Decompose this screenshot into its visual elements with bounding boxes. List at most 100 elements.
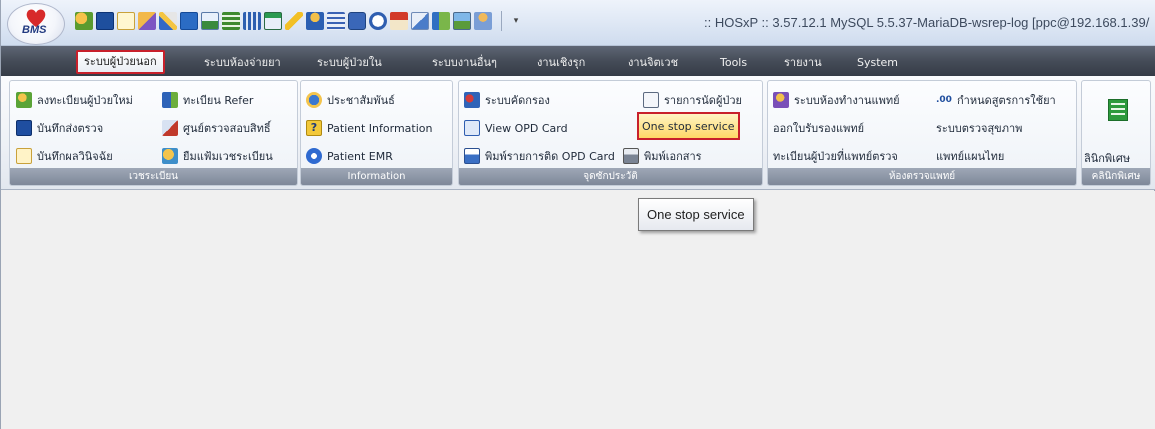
blue-box-icon[interactable] [96, 12, 114, 30]
table-icon[interactable] [222, 12, 240, 30]
home-icon[interactable] [390, 12, 408, 30]
edit-form-icon[interactable] [180, 12, 198, 30]
screening-icon [464, 92, 480, 108]
users-icon[interactable] [75, 12, 93, 30]
workspace-area [1, 191, 1155, 429]
person-tool-icon[interactable] [138, 12, 156, 30]
add-patient-icon [16, 92, 32, 108]
tab-proactive[interactable]: งานเชิงรุก [537, 52, 585, 74]
diagnosis-record-label: บันทึกผลวินิจฉัย [37, 150, 113, 163]
group-special-clinic-label: คลินิกพิเศษ [1082, 168, 1150, 185]
send-exam-label: บันทึกส่งตรวจ [37, 122, 104, 135]
one-stop-service-button[interactable]: One stop service [637, 112, 740, 140]
print-list-icon [464, 148, 480, 164]
group-exam-room: ระบบห้องทำงานแพทย์ .00 กำหนดสูตรการใช้ยา… [767, 80, 1077, 186]
title-bar: BMS ▾ :: HOSxP :: 3.57.12.1 MySQL 5.5.37… [1, 0, 1155, 46]
doctor-room-icon [773, 92, 789, 108]
send-exam-icon [16, 120, 32, 136]
picture-icon[interactable] [453, 12, 471, 30]
tab-system[interactable]: System [857, 52, 898, 74]
rights-check-center-button[interactable]: ศูนย์ตรวจสอบสิทธิ์ [162, 117, 271, 139]
public-relations-button[interactable]: ประชาสัมพันธ์ [306, 89, 395, 111]
print-documents-label: พิมพ์เอกสาร [644, 150, 702, 163]
diagnosis-icon [16, 148, 32, 164]
clock-icon[interactable] [369, 12, 387, 30]
tab-reports[interactable]: รายงาน [784, 52, 822, 74]
refer-arrow-icon [162, 92, 178, 108]
doctor-workroom-button[interactable]: ระบบห้องทำงานแพทย์ [773, 89, 900, 111]
customize-toolbar-dropdown-icon[interactable]: ▾ [511, 12, 521, 30]
borrow-medical-folder-button[interactable]: ยืมแฟ้มเวชระเบียน [162, 145, 273, 167]
medical-certificate-label: ออกใบรับรองแพทย์ [773, 122, 865, 135]
special-clinic-label-button[interactable]: ลินิกพิเศษ [1084, 147, 1130, 169]
tab-inpatient[interactable]: ระบบผู้ป่วยใน [317, 52, 382, 74]
list-icon[interactable] [327, 12, 345, 30]
print-documents-button[interactable]: พิมพ์เอกสาร [623, 145, 702, 167]
screening-system-button[interactable]: ระบบคัดกรอง [464, 89, 550, 111]
lightning-icon[interactable] [285, 12, 303, 30]
window-icon[interactable] [264, 12, 282, 30]
tab-psychiatry[interactable]: งานจิตเวช [628, 52, 678, 74]
print-opd-card-list-button[interactable]: พิมพ์รายการติด OPD Card [464, 145, 615, 167]
patient-appointments-label: รายการนัดผู้ป่วย [664, 94, 742, 107]
thai-traditional-doctor-label: แพทย์แผนไทย [936, 150, 1005, 163]
refer-register-button[interactable]: ทะเบียน Refer [162, 89, 253, 111]
medical-certificate-button[interactable]: ออกใบรับรองแพทย์ [773, 117, 864, 139]
patient-appointments-button[interactable]: รายการนัดผู้ป่วย [643, 89, 742, 111]
print-opd-card-list-label: พิมพ์รายการติด OPD Card [485, 150, 615, 163]
patient-information-label: Patient Information [327, 121, 433, 135]
quick-access-toolbar: ▾ [75, 8, 521, 34]
doctor-examined-register-button[interactable]: ทะเบียนผู้ป่วยที่แพทย์ตรวจ [773, 145, 898, 167]
id-card-icon[interactable] [432, 12, 450, 30]
group-registration: ลงทะเบียนผู้ป่วยใหม่ ทะเบียน Refer บันทึ… [9, 80, 298, 186]
view-opd-card-label: View OPD Card [485, 121, 568, 135]
doctor-examined-register-label: ทะเบียนผู้ป่วยที่แพทย์ตรวจ [773, 150, 898, 163]
appointment-icon [643, 92, 659, 108]
app-logo-button[interactable]: BMS [7, 3, 65, 45]
people-icon[interactable] [306, 12, 324, 30]
diagnosis-record-button[interactable]: บันทึกผลวินิจฉัย [16, 145, 113, 167]
tab-tools[interactable]: Tools [720, 52, 747, 74]
borrow-folder-icon [162, 148, 178, 164]
group-service-point-label: จุดซักประวัติ [459, 168, 762, 185]
emr-icon [306, 148, 322, 164]
app-logo-text: BMS [22, 24, 47, 36]
drug-formula-label: กำหนดสูตรการใช้ยา [957, 94, 1056, 107]
toolbar-separator [501, 11, 502, 31]
rights-check-icon [162, 120, 178, 136]
view-opd-card-button[interactable]: View OPD Card [464, 117, 568, 139]
drug-formula-button[interactable]: .00 กำหนดสูตรการใช้ยา [936, 89, 1056, 111]
patient-emr-button[interactable]: Patient EMR [306, 145, 393, 167]
refer-register-label: ทะเบียน Refer [183, 94, 254, 107]
person-icon[interactable] [474, 12, 492, 30]
register-new-patient-label: ลงทะเบียนผู้ป่วยใหม่ [37, 94, 133, 107]
group-service-point: ระบบคัดกรอง รายการนัดผู้ป่วย View OPD Ca… [458, 80, 763, 186]
one-stop-service-label: One stop service [642, 119, 735, 133]
one-stop-service-tooltip: One stop service [638, 198, 754, 231]
tab-dispensary[interactable]: ระบบห้องจ่ายยา [204, 52, 281, 74]
grid-icon[interactable] [243, 12, 261, 30]
group-special-clinic: ลินิกพิเศษ คลินิกพิเศษ [1081, 80, 1151, 186]
send-exam-button[interactable]: บันทึกส่งตรวจ [16, 117, 103, 139]
tab-outpatient[interactable]: ระบบผู้ป่วยนอก [76, 50, 165, 74]
documents-icon[interactable] [411, 12, 429, 30]
special-clinic-text: ลินิกพิเศษ [1084, 152, 1131, 165]
ribbon-tab-bar: ระบบผู้ป่วยนอก ระบบห้องจ่ายยา ระบบผู้ป่ว… [1, 46, 1155, 76]
clinic-grid-icon [1108, 99, 1128, 121]
group-registration-label: เวชระเบียน [10, 168, 297, 185]
document-icon[interactable] [117, 12, 135, 30]
monitor-icon[interactable] [348, 12, 366, 30]
tab-other-systems[interactable]: ระบบงานอื่นๆ [432, 52, 497, 74]
printer-icon [623, 148, 639, 164]
app-window: BMS ▾ :: HOSxP :: 3.57.12.1 MySQL 5.5.37… [0, 0, 1155, 429]
opd-card-icon [464, 120, 480, 136]
edit-pencil-icon[interactable] [159, 12, 177, 30]
health-check-system-button[interactable]: ระบบตรวจสุขภาพ [936, 117, 1022, 139]
chart-doc-icon[interactable] [201, 12, 219, 30]
patient-information-button[interactable]: ? Patient Information [306, 117, 432, 139]
health-check-system-label: ระบบตรวจสุขภาพ [936, 122, 1023, 135]
question-icon: ? [306, 120, 322, 136]
thai-traditional-doctor-button[interactable]: แพทย์แผนไทย [936, 145, 1004, 167]
info-icon [306, 92, 322, 108]
register-new-patient-button[interactable]: ลงทะเบียนผู้ป่วยใหม่ [16, 89, 133, 111]
